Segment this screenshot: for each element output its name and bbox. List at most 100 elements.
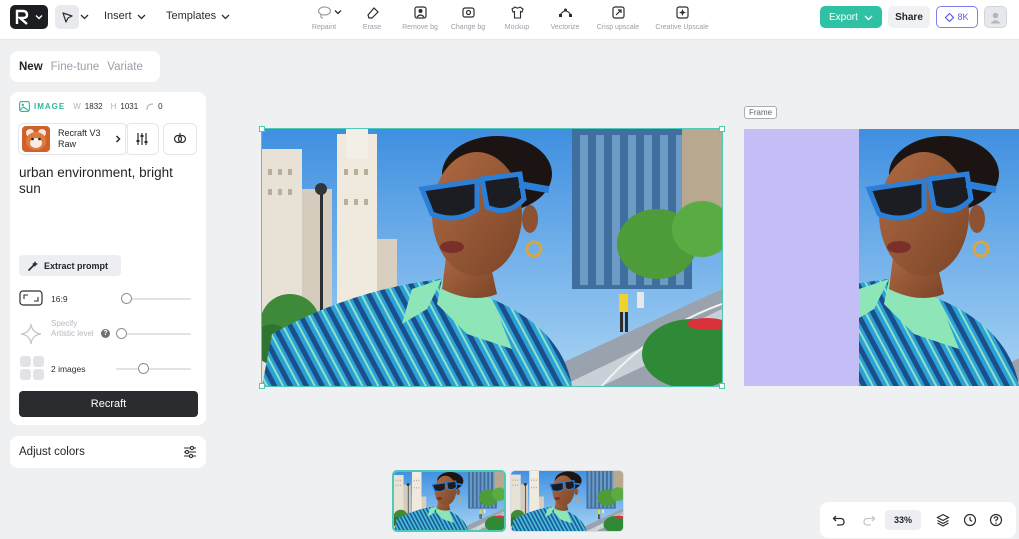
eraser-icon	[366, 7, 379, 19]
insert-menu-label: Insert	[104, 10, 132, 22]
crisp-upscale-label: Crisp upscale	[596, 24, 640, 31]
image-grid-icon	[20, 356, 44, 380]
mode-tabs: New Fine-tune Variate	[10, 51, 160, 82]
top-bar: Insert Templates Repaint Erase Remove bg…	[0, 0, 1019, 40]
erase-label: Erase	[362, 24, 382, 31]
variant-thumbnail[interactable]	[510, 470, 624, 532]
export-button[interactable]: Export	[820, 6, 882, 28]
tshirt-icon	[510, 6, 524, 19]
resize-handle[interactable]	[259, 383, 265, 389]
settings-sliders-button[interactable]	[125, 123, 159, 155]
frame[interactable]	[744, 129, 1019, 386]
image-count-slider-knob[interactable]	[138, 363, 149, 374]
aspect-ratio-slider-knob[interactable]	[121, 293, 132, 304]
height-value[interactable]: 1031	[120, 102, 138, 111]
upscale-icon	[611, 6, 625, 19]
info-icon[interactable]: ?	[101, 329, 110, 338]
red-panda-icon	[22, 126, 50, 152]
user-icon	[990, 12, 1001, 23]
history-icon[interactable]	[963, 513, 977, 527]
image-count-slider[interactable]	[116, 368, 191, 370]
image-icon	[19, 101, 30, 112]
adjust-sliders-icon[interactable]	[183, 445, 197, 459]
undo-icon[interactable]	[832, 513, 846, 527]
creative-upscale-label: Creative Upscale	[655, 24, 709, 31]
artistic-level-slider[interactable]	[116, 333, 191, 335]
lasso-icon	[317, 6, 331, 19]
image-info-row: IMAGE W 1832 H 1031 0	[19, 101, 163, 112]
artistic-level-slider-knob[interactable]	[116, 328, 127, 339]
export-label: Export	[829, 11, 858, 23]
image-count-label: 2 images	[51, 364, 86, 374]
palette-icon	[173, 133, 187, 144]
aspect-ratio-icon[interactable]	[19, 290, 43, 306]
tab-new[interactable]: New	[19, 61, 43, 73]
remove-bg-label: Remove bg	[402, 24, 438, 31]
model-selector[interactable]: Recraft V3 Raw	[18, 123, 128, 155]
chevron-down-icon	[137, 14, 145, 19]
credits-label: 8K	[957, 12, 969, 22]
recraft-label: Recraft	[90, 398, 127, 410]
share-button[interactable]: Share	[888, 6, 930, 28]
rotation-icon	[146, 102, 154, 110]
adjust-colors-label: Adjust colors	[19, 446, 85, 458]
layers-icon[interactable]	[936, 513, 950, 527]
style-button[interactable]	[163, 123, 197, 155]
insert-menu[interactable]: Insert	[104, 10, 146, 22]
templates-menu-label: Templates	[166, 10, 217, 22]
extract-prompt-label: Extract prompt	[44, 260, 109, 271]
prompt-input[interactable]: urban environment, bright sun	[19, 165, 197, 197]
chevron-down-icon	[35, 15, 43, 20]
app-logo-menu[interactable]	[10, 5, 48, 29]
tab-variate[interactable]: Variate	[107, 61, 143, 73]
image-type-label: IMAGE	[34, 102, 66, 111]
artistic-level-label: Specify Artistic level	[51, 319, 94, 338]
height-key: H	[110, 102, 117, 111]
variant-thumbnail[interactable]	[392, 470, 506, 532]
rotation-value[interactable]: 0	[158, 102, 162, 111]
aspect-ratio-label: 16:9	[51, 294, 68, 304]
resize-handle[interactable]	[259, 126, 265, 132]
remove-bg-icon	[413, 6, 427, 19]
repaint-label: Repaint	[311, 24, 337, 31]
width-key: W	[73, 102, 81, 111]
change-bg-icon	[461, 7, 475, 18]
vector-path-icon	[558, 8, 572, 17]
redo-icon[interactable]	[862, 513, 876, 527]
extract-prompt-button[interactable]: Extract prompt	[19, 255, 121, 276]
frame-background	[744, 129, 859, 386]
credits-button[interactable]: 8K	[936, 6, 978, 28]
resize-handle[interactable]	[719, 126, 725, 132]
templates-menu[interactable]: Templates	[166, 10, 230, 22]
recraft-button[interactable]: Recraft	[19, 391, 198, 417]
chevron-down-icon	[864, 15, 873, 20]
generation-panel: IMAGE W 1832 H 1031 0 Recraft V3 Raw urb…	[10, 92, 206, 425]
vectorize-label: Vectorize	[550, 24, 580, 31]
adjust-colors-panel[interactable]: Adjust colors	[10, 436, 206, 468]
share-label: Share	[895, 11, 923, 23]
chevron-down-icon	[221, 14, 230, 19]
cursor-icon	[61, 11, 73, 23]
logo-icon	[15, 9, 29, 25]
chevron-right-icon	[115, 135, 121, 143]
mockup-label: Mockup	[504, 24, 530, 31]
wand-icon	[27, 260, 38, 271]
change-bg-label: Change bg	[450, 24, 486, 31]
model-name: Recraft V3 Raw	[58, 128, 101, 149]
zoom-level[interactable]: 33%	[885, 510, 921, 530]
select-tool-button[interactable]	[55, 5, 79, 29]
chevron-down-icon[interactable]	[80, 12, 89, 21]
resize-handle[interactable]	[719, 383, 725, 389]
diamond-icon	[945, 12, 955, 22]
frame-label[interactable]: Frame	[744, 106, 778, 119]
sparkle-icon	[20, 323, 42, 345]
selected-image[interactable]	[261, 128, 723, 387]
creative-upscale-tool[interactable]: Creative Upscale	[645, 3, 719, 31]
tab-fine-tune[interactable]: Fine-tune	[51, 61, 100, 73]
width-value[interactable]: 1832	[85, 102, 103, 111]
sliders-icon	[136, 133, 148, 145]
help-icon[interactable]	[989, 513, 1003, 527]
crisp-upscale-tool[interactable]: Crisp upscale	[586, 3, 650, 31]
creative-upscale-icon	[675, 6, 689, 19]
avatar[interactable]	[984, 6, 1007, 28]
